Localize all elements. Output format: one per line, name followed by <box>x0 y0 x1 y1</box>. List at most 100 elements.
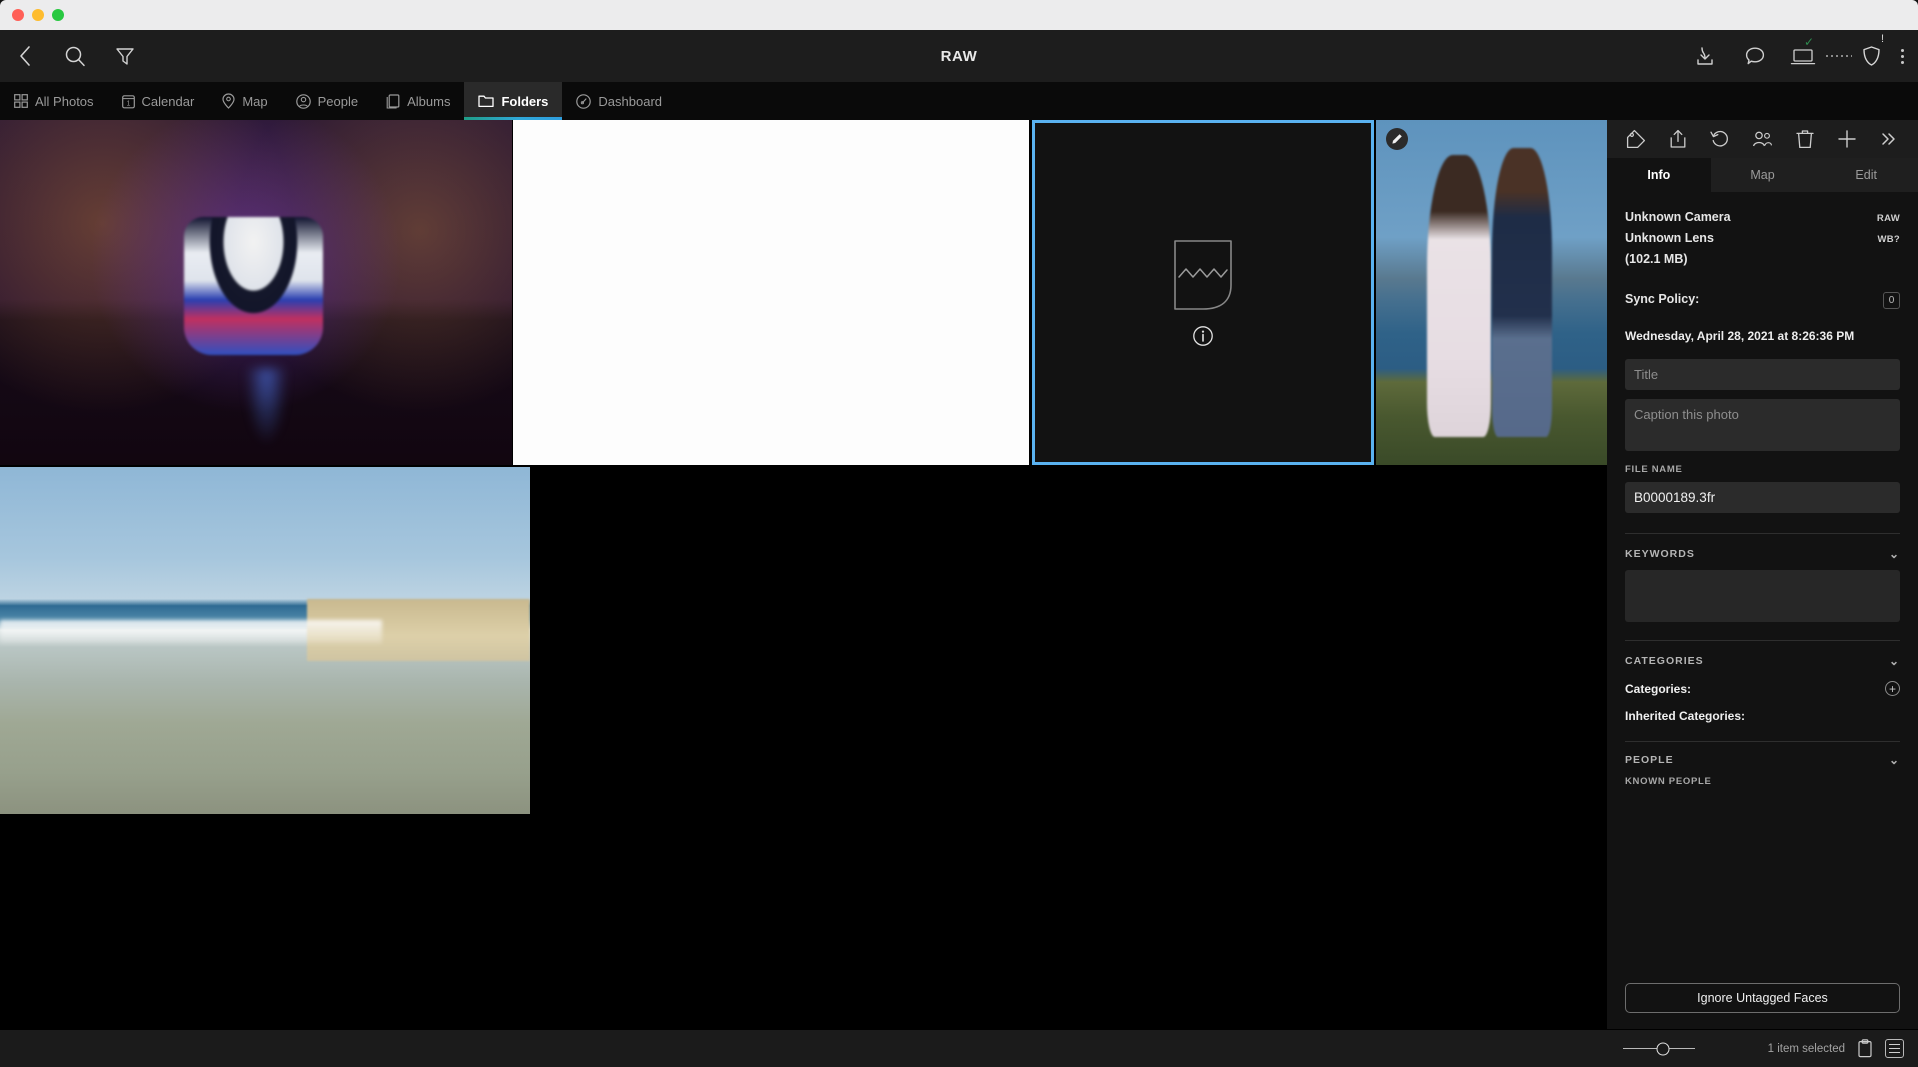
plus-icon[interactable] <box>1834 126 1860 152</box>
status-bar: 1 item selected <box>0 1029 1918 1067</box>
search-icon[interactable] <box>60 41 90 71</box>
section-navigation: All Photos 1 Calendar Map People Albums … <box>0 82 1918 120</box>
tab-map[interactable]: Map <box>1711 158 1815 192</box>
inspector-tabs: Info Map Edit <box>1607 158 1918 192</box>
status-left-region <box>0 1030 1607 1067</box>
rotate-undo-icon[interactable] <box>1707 126 1733 152</box>
expand-chevrons-icon[interactable] <box>1876 126 1902 152</box>
nav-label: Calendar <box>141 93 195 109</box>
main-toolbar: RAW ✓ ! <box>0 30 1918 82</box>
shield-alert-badge: ! <box>1880 33 1884 45</box>
inspector-panel: Info Map Edit Unknown Camera RAW Unknown… <box>1607 120 1918 1029</box>
filter-icon[interactable] <box>110 41 140 71</box>
share-upload-icon[interactable] <box>1665 126 1691 152</box>
sync-policy-label: Sync Policy: <box>1625 292 1700 306</box>
app-window: RAW ✓ ! All Photos 1 Calendar Map People… <box>0 0 1918 1067</box>
nav-label: Map <box>242 93 268 109</box>
page-title: RAW <box>940 47 978 65</box>
shield-warning-icon[interactable]: ! <box>1862 34 1884 67</box>
sync-connection-dots <box>1826 55 1852 57</box>
keywords-section-header[interactable]: KEYWORDS ⌄ <box>1625 547 1900 561</box>
known-people-label: KNOWN PEOPLE <box>1625 776 1712 787</box>
categories-row: Categories: + <box>1625 681 1900 696</box>
clipboard-icon[interactable] <box>1857 1039 1873 1058</box>
nav-label: People <box>317 93 359 109</box>
thumbnail-couple-portrait[interactable] <box>1376 120 1607 465</box>
content-body: Info Map Edit Unknown Camera RAW Unknown… <box>0 120 1918 1029</box>
sync-policy-badge: 0 <box>1883 292 1900 309</box>
close-window-button[interactable] <box>12 9 24 21</box>
nav-label: Folders <box>501 93 549 109</box>
categories-section-header[interactable]: CATEGORIES ⌄ <box>1625 654 1900 668</box>
photo-grid[interactable] <box>0 120 1607 1029</box>
lens-model: Unknown Lens <box>1625 231 1714 245</box>
thumbnail-size-slider[interactable] <box>1623 1042 1695 1056</box>
camera-model: Unknown Camera <box>1625 210 1731 224</box>
thumbnail-toy-figure[interactable] <box>0 120 512 465</box>
photo-art-toy <box>0 120 512 465</box>
sync-ok-check: ✓ <box>1804 35 1815 49</box>
import-download-icon[interactable] <box>1690 41 1720 71</box>
nav-item-people[interactable]: People <box>282 82 372 120</box>
raw-format-tag: RAW <box>1876 213 1900 224</box>
categories-label: Categories: <box>1625 681 1692 696</box>
raw-file-placeholder-icon <box>1174 239 1232 310</box>
nav-item-folders[interactable]: Folders <box>464 82 563 120</box>
laptop-sync-icon[interactable]: ✓ <box>1790 36 1816 66</box>
raw-placeholder-body <box>1035 123 1371 462</box>
chevron-down-icon: ⌄ <box>1888 654 1900 668</box>
ignore-untagged-faces-button[interactable]: Ignore Untagged Faces <box>1625 983 1900 1013</box>
inherited-categories-label: Inherited Categories: <box>1625 709 1746 723</box>
white-balance-tag: WB? <box>1877 234 1900 245</box>
trash-icon[interactable] <box>1792 126 1818 152</box>
window-titlebar <box>0 0 1918 30</box>
sync-policy-row[interactable]: Sync Policy: 0 <box>1625 292 1900 309</box>
faces-people-icon[interactable] <box>1749 126 1775 152</box>
svg-text:1: 1 <box>126 100 130 107</box>
slider-knob[interactable] <box>1656 1042 1670 1055</box>
add-category-button[interactable]: + <box>1885 681 1900 696</box>
nav-label: Albums <box>407 93 451 109</box>
inspector-content: Unknown Camera RAW Unknown Lens WB? (102… <box>1607 192 1918 969</box>
minimize-window-button[interactable] <box>32 9 44 21</box>
nav-item-all-photos[interactable]: All Photos <box>0 82 108 120</box>
tag-icon[interactable] <box>1623 126 1649 152</box>
toolbar-left-group <box>0 41 140 71</box>
caption-input[interactable]: Caption this photo <box>1625 399 1900 451</box>
pencil-edit-icon[interactable] <box>1386 128 1408 150</box>
overflow-menu-icon[interactable] <box>1901 48 1904 64</box>
tab-info[interactable]: Info <box>1607 158 1711 192</box>
people-section-header[interactable]: PEOPLE ⌄ <box>1625 753 1900 767</box>
nav-item-albums[interactable]: Albums <box>372 82 464 120</box>
nav-item-calendar[interactable]: 1 Calendar <box>108 82 209 120</box>
back-button[interactable] <box>10 41 40 71</box>
info-circle-icon[interactable] <box>1192 325 1214 347</box>
status-right-region: 1 item selected <box>1607 1030 1918 1067</box>
thumbnail-blank-white[interactable] <box>513 120 1029 465</box>
comment-bubble-icon[interactable] <box>1740 41 1770 71</box>
nav-item-dashboard[interactable]: Dashboard <box>562 82 676 120</box>
chevron-down-icon: ⌄ <box>1888 547 1900 561</box>
lens-row: Unknown Lens WB? <box>1625 231 1900 245</box>
camera-row: Unknown Camera RAW <box>1625 210 1900 224</box>
maximize-window-button[interactable] <box>52 9 64 21</box>
selection-count: 1 item selected <box>1767 1042 1845 1055</box>
inspector-toolbar <box>1607 120 1918 158</box>
thumbnail-beach-shoreline[interactable] <box>0 467 530 814</box>
photo-art-couple <box>1376 120 1607 465</box>
toolbar-right-group: ✓ ! <box>1690 34 1918 71</box>
inspector-footer: Ignore Untagged Faces <box>1607 969 1918 1029</box>
chevron-down-icon: ⌄ <box>1888 753 1900 767</box>
photo-art-blank <box>513 120 1029 465</box>
file-name-label: FILE NAME <box>1625 464 1683 475</box>
keywords-input[interactable] <box>1625 570 1900 622</box>
tab-edit[interactable]: Edit <box>1814 158 1918 192</box>
nav-item-map[interactable]: Map <box>208 82 281 120</box>
file-name-input[interactable]: B0000189.3fr <box>1625 482 1900 513</box>
nav-label: All Photos <box>35 93 94 109</box>
thumbnail-raw-placeholder[interactable] <box>1032 120 1374 465</box>
nav-label: Dashboard <box>598 93 663 109</box>
list-view-icon[interactable] <box>1885 1039 1904 1058</box>
people-header-label: PEOPLE <box>1625 754 1674 766</box>
title-input[interactable]: Title <box>1625 359 1900 390</box>
